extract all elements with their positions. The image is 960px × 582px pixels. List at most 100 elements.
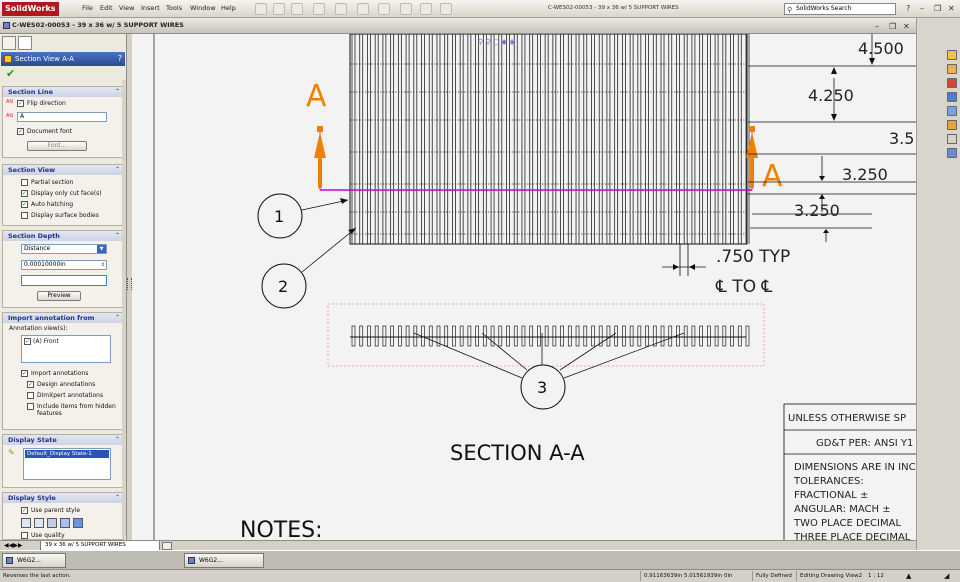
document-font-checkbox[interactable]: ✓ <box>17 128 24 135</box>
wireframe-style-icon[interactable] <box>21 518 31 528</box>
dim-arrow <box>673 264 679 270</box>
font-button[interactable]: Font... <box>27 141 87 151</box>
display-state-header[interactable]: Display State ⌃ <box>3 435 123 445</box>
use-parent-style-checkbox[interactable]: ✓ <box>21 507 28 514</box>
collapse-chevron-icon[interactable]: ⌃ <box>115 231 120 241</box>
custom-properties-icon[interactable] <box>947 134 957 144</box>
display-style-header[interactable]: Display Style ⌃ <box>3 493 123 503</box>
display-state-selected[interactable]: Default_Display State-1 <box>25 450 109 458</box>
section-wire-profile <box>645 325 649 347</box>
forum-icon[interactable] <box>947 148 957 158</box>
status-resize-grip-icon[interactable]: ◢ <box>944 570 949 582</box>
shaded-edges-icon[interactable] <box>60 518 70 528</box>
section-depth-header[interactable]: Section Depth ⌃ <box>3 231 123 241</box>
depth-reference-input[interactable] <box>21 275 107 286</box>
preview-button[interactable]: Preview <box>37 291 81 301</box>
grid-vertical-wires <box>351 34 750 244</box>
appearances-icon[interactable] <box>947 120 957 130</box>
title-block-line: GD&T PER: ANSI Y1 <box>816 438 913 449</box>
section-arrow-left <box>314 132 326 158</box>
ok-checkmark-icon[interactable]: ✔ <box>6 67 15 80</box>
window-button-1[interactable]: W6G2... <box>2 553 66 568</box>
menu-file[interactable]: File <box>82 4 93 12</box>
status-options-icon[interactable]: ▲ <box>906 570 911 582</box>
help-question-icon[interactable]: ? <box>906 4 910 13</box>
menu-view[interactable]: View <box>119 4 134 12</box>
display-state-list[interactable]: Default_Display State-1 <box>23 448 111 480</box>
feature-manager-tab-icon[interactable] <box>2 36 16 50</box>
view-palette-icon[interactable] <box>947 106 957 116</box>
section-arrow-left-handle <box>317 126 323 132</box>
close-icon[interactable]: ✕ <box>948 4 955 13</box>
section-letter-left: A <box>306 79 327 114</box>
search-results-icon[interactable] <box>947 92 957 102</box>
options-icon[interactable] <box>440 3 452 15</box>
front-view-checkbox[interactable]: ✓ <box>24 338 31 345</box>
resources-icon[interactable] <box>947 50 957 60</box>
section-line-header[interactable]: Section Line ⌃ <box>3 87 123 97</box>
select-cursor-icon[interactable] <box>378 3 390 15</box>
import-annotations-checkbox[interactable]: ✓ <box>21 370 28 377</box>
menu-edit[interactable]: Edit <box>100 4 113 12</box>
window-button-2[interactable]: W6G2... <box>184 553 264 568</box>
depth-mode-select[interactable]: Distance ▼ <box>21 244 107 254</box>
restore-icon[interactable]: ❐ <box>934 4 941 13</box>
window-button-label: W6G2... <box>199 557 223 564</box>
auto-hatching-checkbox[interactable]: ✓ <box>21 201 28 208</box>
design-annotations-checkbox[interactable]: ✓ <box>27 381 34 388</box>
dim-3-5: 3.5 <box>889 129 914 148</box>
open-folder-icon[interactable] <box>273 3 285 15</box>
dimxpert-annotations-checkbox[interactable] <box>27 392 34 399</box>
section-wire-profile <box>606 325 611 347</box>
drawing-restore-icon[interactable]: ❐ <box>889 19 896 34</box>
rebuild-icon[interactable] <box>400 3 412 15</box>
flip-direction-checkbox[interactable]: ✓ <box>17 100 24 107</box>
add-sheet-icon[interactable] <box>162 542 172 550</box>
menu-insert[interactable]: Insert <box>141 4 160 12</box>
menu-window[interactable]: Window <box>190 4 216 12</box>
hidden-features-checkbox[interactable] <box>27 403 34 410</box>
use-quality-checkbox[interactable] <box>21 532 28 539</box>
collapse-chevron-icon[interactable]: ⌃ <box>115 313 120 323</box>
help-icon[interactable]: ? <box>118 52 122 66</box>
annotation-views-list[interactable]: ✓ (A) Front <box>21 335 111 363</box>
sheet-nav-arrows-icon[interactable]: ◀◀▶▶ <box>4 542 22 549</box>
section-label-input[interactable]: A <box>17 112 107 122</box>
heads-up-toolbar-icon: ⚲ ⚲ ▢ ◆ ◉ <box>478 38 515 46</box>
undo-icon[interactable] <box>335 3 347 15</box>
depth-value-input[interactable]: 0.00010000in ⇕ <box>21 260 107 270</box>
collapse-chevron-icon[interactable]: ⌃ <box>115 493 120 503</box>
import-annotation-header[interactable]: Import annotation from ⌃ <box>3 313 123 323</box>
partial-section-checkbox[interactable] <box>21 179 28 186</box>
drawing-sheet[interactable]: ⚲ ⚲ ▢ ◆ ◉ A A 4.500 4.250 3.5 3.250 3.25… <box>132 34 916 540</box>
drawing-close-icon[interactable]: ✕ <box>903 19 910 34</box>
print-icon[interactable] <box>313 3 325 15</box>
shaded-icon[interactable] <box>73 518 83 528</box>
display-surface-bodies-checkbox[interactable] <box>21 212 28 219</box>
save-icon[interactable] <box>291 3 303 15</box>
design-library-icon[interactable] <box>947 64 957 74</box>
minimize-icon[interactable]: – <box>920 4 924 13</box>
section-wire-profile <box>498 325 503 347</box>
collapse-chevron-icon[interactable]: ⌃ <box>115 435 120 445</box>
drawing-minimize-icon[interactable]: – <box>875 19 879 34</box>
search-input[interactable]: ⚲ SolidWorks Search <box>784 3 896 15</box>
collapse-chevron-icon[interactable]: ⌃ <box>115 87 120 97</box>
new-document-icon[interactable] <box>255 3 267 15</box>
file-properties-icon[interactable] <box>420 3 432 15</box>
menu-help[interactable]: Help <box>221 4 236 12</box>
hidden-lines-removed-icon[interactable] <box>47 518 57 528</box>
property-manager-tab-icon[interactable] <box>18 36 32 50</box>
display-cut-faces-checkbox[interactable]: ✓ <box>21 190 28 197</box>
dim-arrow <box>831 114 837 121</box>
menu-tools[interactable]: Tools <box>166 4 182 12</box>
panel-scrollbar[interactable] <box>122 80 126 536</box>
spinner-icon[interactable]: ⇕ <box>101 261 105 269</box>
redo-icon[interactable] <box>357 3 369 15</box>
drawing-canvas[interactable]: ⚲ ⚲ ▢ ◆ ◉ A A 4.500 4.250 3.5 3.250 3.25… <box>132 34 916 540</box>
file-explorer-icon[interactable] <box>947 78 957 88</box>
hidden-lines-visible-icon[interactable] <box>34 518 44 528</box>
collapse-chevron-icon[interactable]: ⌃ <box>115 165 120 175</box>
task-pane-tabs <box>945 50 959 166</box>
section-view-header[interactable]: Section View ⌃ <box>3 165 123 175</box>
